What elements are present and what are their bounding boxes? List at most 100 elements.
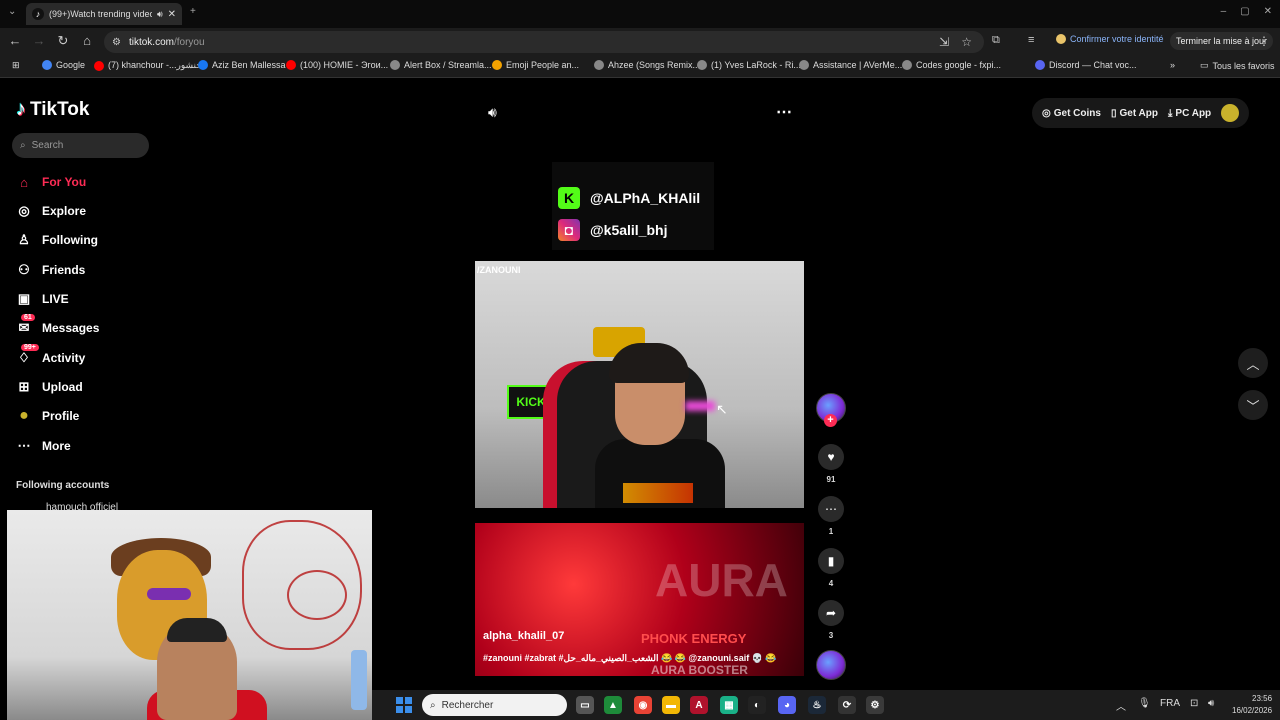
network-icon[interactable]: ⊡: [1190, 698, 1198, 709]
water-bottle: [351, 650, 367, 710]
follow-plus-icon[interactable]: +: [824, 414, 837, 427]
bookmark-item[interactable]: Aziz Ben Mallessa: [198, 60, 286, 70]
all-bookmarks-folder[interactable]: ▭ Tous les favoris: [1200, 60, 1275, 71]
tray-overflow-icon[interactable]: ︿: [1116, 698, 1126, 713]
chrome-icon[interactable]: ◉: [634, 696, 652, 714]
omnibox[interactable]: ⚙︎ tiktok.com /foryou ⇲ ☆: [104, 31, 984, 53]
pc-app-button[interactable]: ⤓ PC App: [1168, 108, 1211, 119]
more-icon: ⋯: [17, 438, 31, 453]
bookmark-label: Alert Box / Streamla...: [404, 60, 492, 70]
bookmark-item[interactable]: (1) Yves LaRock - Ri...: [697, 60, 801, 70]
taskbar-app-icon[interactable]: ▲: [604, 696, 622, 714]
windows-start-icon[interactable]: [396, 697, 412, 713]
extensions-icon[interactable]: ⧉: [992, 34, 1000, 47]
shirt-print: [623, 483, 693, 503]
comment-action[interactable]: ⋯ 1: [816, 496, 846, 536]
bookmark-label: Google: [56, 60, 86, 70]
next-video-phonk-text: PHONK ENERGY: [641, 631, 747, 646]
browser-menu-icon[interactable]: ⋮: [1258, 34, 1270, 48]
get-coins-button[interactable]: ◎ Get Coins: [1042, 108, 1101, 119]
next-video-player[interactable]: AURA PHONK ENERGY AURA BOOSTER alpha_kha…: [475, 523, 804, 676]
identity-prompt[interactable]: Confirmer votre identité: [1056, 34, 1164, 44]
bookmark-item[interactable]: (100) HOMIE - Эгои...: [286, 60, 388, 70]
like-action[interactable]: ♥ 91: [816, 444, 846, 484]
taskbar-app2-icon[interactable]: ▦: [720, 696, 738, 714]
bookmark-item[interactable]: Alert Box / Streamla...: [390, 60, 492, 70]
bookmark-item[interactable]: Ahzee (Songs Remix...: [594, 60, 700, 70]
video-player[interactable]: /ZANOUNI KICK: [475, 261, 804, 508]
back-icon[interactable]: ←: [6, 33, 24, 48]
bookmark-star-icon[interactable]: ☆: [961, 35, 972, 49]
bookmark-item[interactable]: Emoji People an...: [492, 60, 579, 70]
sidebar-item-messages[interactable]: ✉ 61 Messages: [16, 314, 99, 338]
update-label: Terminer la mise à jour: [1176, 36, 1268, 46]
tiktok-logo[interactable]: ♪ TikTok: [16, 98, 89, 121]
get-app-button[interactable]: ▯ Get App: [1111, 108, 1158, 119]
next-creator-avatar[interactable]: [816, 650, 846, 680]
heart-icon[interactable]: ♥: [818, 444, 844, 470]
minimize-icon[interactable]: –: [1221, 6, 1227, 17]
taskbar-search[interactable]: ⌕ Rechercher: [422, 694, 567, 716]
cartoon-sunglasses: [147, 588, 191, 600]
tiktok-logo-icon: ♪: [16, 98, 26, 120]
system-clock[interactable]: 23:56 16/02/2026: [1232, 693, 1272, 717]
close-tab-icon[interactable]: ✕: [168, 9, 176, 20]
volume-icon[interactable]: 🔊︎: [488, 104, 497, 121]
bookmark-item[interactable]: Discord — Chat voc...: [1035, 60, 1137, 70]
phone-icon: ▯: [1110, 107, 1117, 119]
bookmark-item[interactable]: (7) khanchour -...خنشور: [94, 60, 202, 71]
tab-list-icon[interactable]: ⌄: [8, 6, 16, 17]
adobe-icon[interactable]: A: [690, 696, 708, 714]
search-input[interactable]: ⌕ Search: [12, 133, 149, 158]
sidebar-item-following[interactable]: ♙ Following: [16, 230, 98, 250]
comment-icon[interactable]: ⋯: [818, 496, 844, 522]
share-icon[interactable]: ➦: [818, 600, 844, 626]
reload-icon[interactable]: ↻: [54, 33, 72, 49]
browser-tab-tiktok[interactable]: ♪ (99+)Watch trending video 🔊︎ ✕: [26, 3, 182, 25]
obs-icon[interactable]: ◐: [748, 696, 766, 714]
share-action[interactable]: ➦ 3: [816, 600, 846, 640]
save-action[interactable]: ▮ 4: [816, 548, 846, 588]
sidebar-item-activity[interactable]: ♢ 99+ Activity: [16, 344, 85, 368]
user-avatar[interactable]: [1221, 104, 1240, 122]
site-info-icon[interactable]: ⚙︎: [112, 37, 121, 48]
close-window-icon[interactable]: ✕: [1264, 6, 1272, 17]
language-indicator[interactable]: FRA: [1160, 698, 1180, 709]
next-video-button[interactable]: ﹀: [1238, 390, 1268, 420]
media-controls-icon[interactable]: ≡: [1028, 34, 1034, 46]
file-explorer-icon[interactable]: ▬: [662, 696, 680, 714]
previous-video-button[interactable]: ︿: [1238, 348, 1268, 378]
bookmark-label: Discord — Chat voc...: [1049, 60, 1137, 70]
settings-icon[interactable]: ⚙: [866, 696, 884, 714]
sidebar-item-friends[interactable]: ⚇ Friends: [16, 260, 85, 280]
next-video-author[interactable]: alpha_khalil_07: [483, 630, 564, 642]
sidebar-item-label: LIVE: [42, 292, 69, 306]
bookmark-item[interactable]: Google: [42, 60, 85, 70]
bookmark-item[interactable]: Codes google - fxpi...: [902, 60, 1001, 70]
sidebar-item-upload[interactable]: ⊞ Upload: [16, 377, 83, 397]
next-video-big-text: AURA: [655, 554, 788, 606]
volume-tray-icon[interactable]: 🔊︎: [1208, 698, 1214, 709]
profile-avatar: ●: [19, 407, 29, 424]
sidebar-item-more[interactable]: ⋯ More: [16, 436, 71, 456]
home-icon-browser[interactable]: ⌂: [78, 33, 96, 48]
microphone-icon[interactable]: 🎙︎: [1138, 698, 1151, 709]
bookmark-item[interactable]: Assistance | AVerMe...: [799, 60, 902, 70]
task-view-icon[interactable]: ▭: [576, 696, 594, 714]
discord-icon[interactable]: ◕: [778, 696, 796, 714]
install-app-icon[interactable]: ⇲: [939, 35, 949, 49]
forward-icon[interactable]: →: [30, 33, 48, 48]
sidebar-item-live[interactable]: ▣ LIVE: [16, 289, 69, 309]
steam-icon[interactable]: ♨: [808, 696, 826, 714]
apps-grid-icon[interactable]: ⊞: [12, 60, 20, 71]
speaker-icon[interactable]: 🔊︎: [157, 9, 163, 20]
bookmarks-overflow-icon[interactable]: »: [1170, 60, 1175, 70]
sidebar-item-profile[interactable]: ● Profile: [16, 406, 79, 426]
sidebar-item-explore[interactable]: ◎ Explore: [16, 201, 86, 221]
taskbar-app3-icon[interactable]: ⟳: [838, 696, 856, 714]
maximize-icon[interactable]: ▢: [1240, 6, 1249, 17]
sidebar-item-for-you[interactable]: ⌂ For You: [16, 172, 86, 192]
more-options-icon[interactable]: ⋯: [776, 102, 792, 122]
bookmark-icon[interactable]: ▮: [818, 548, 844, 574]
new-tab-button[interactable]: +: [190, 6, 196, 17]
